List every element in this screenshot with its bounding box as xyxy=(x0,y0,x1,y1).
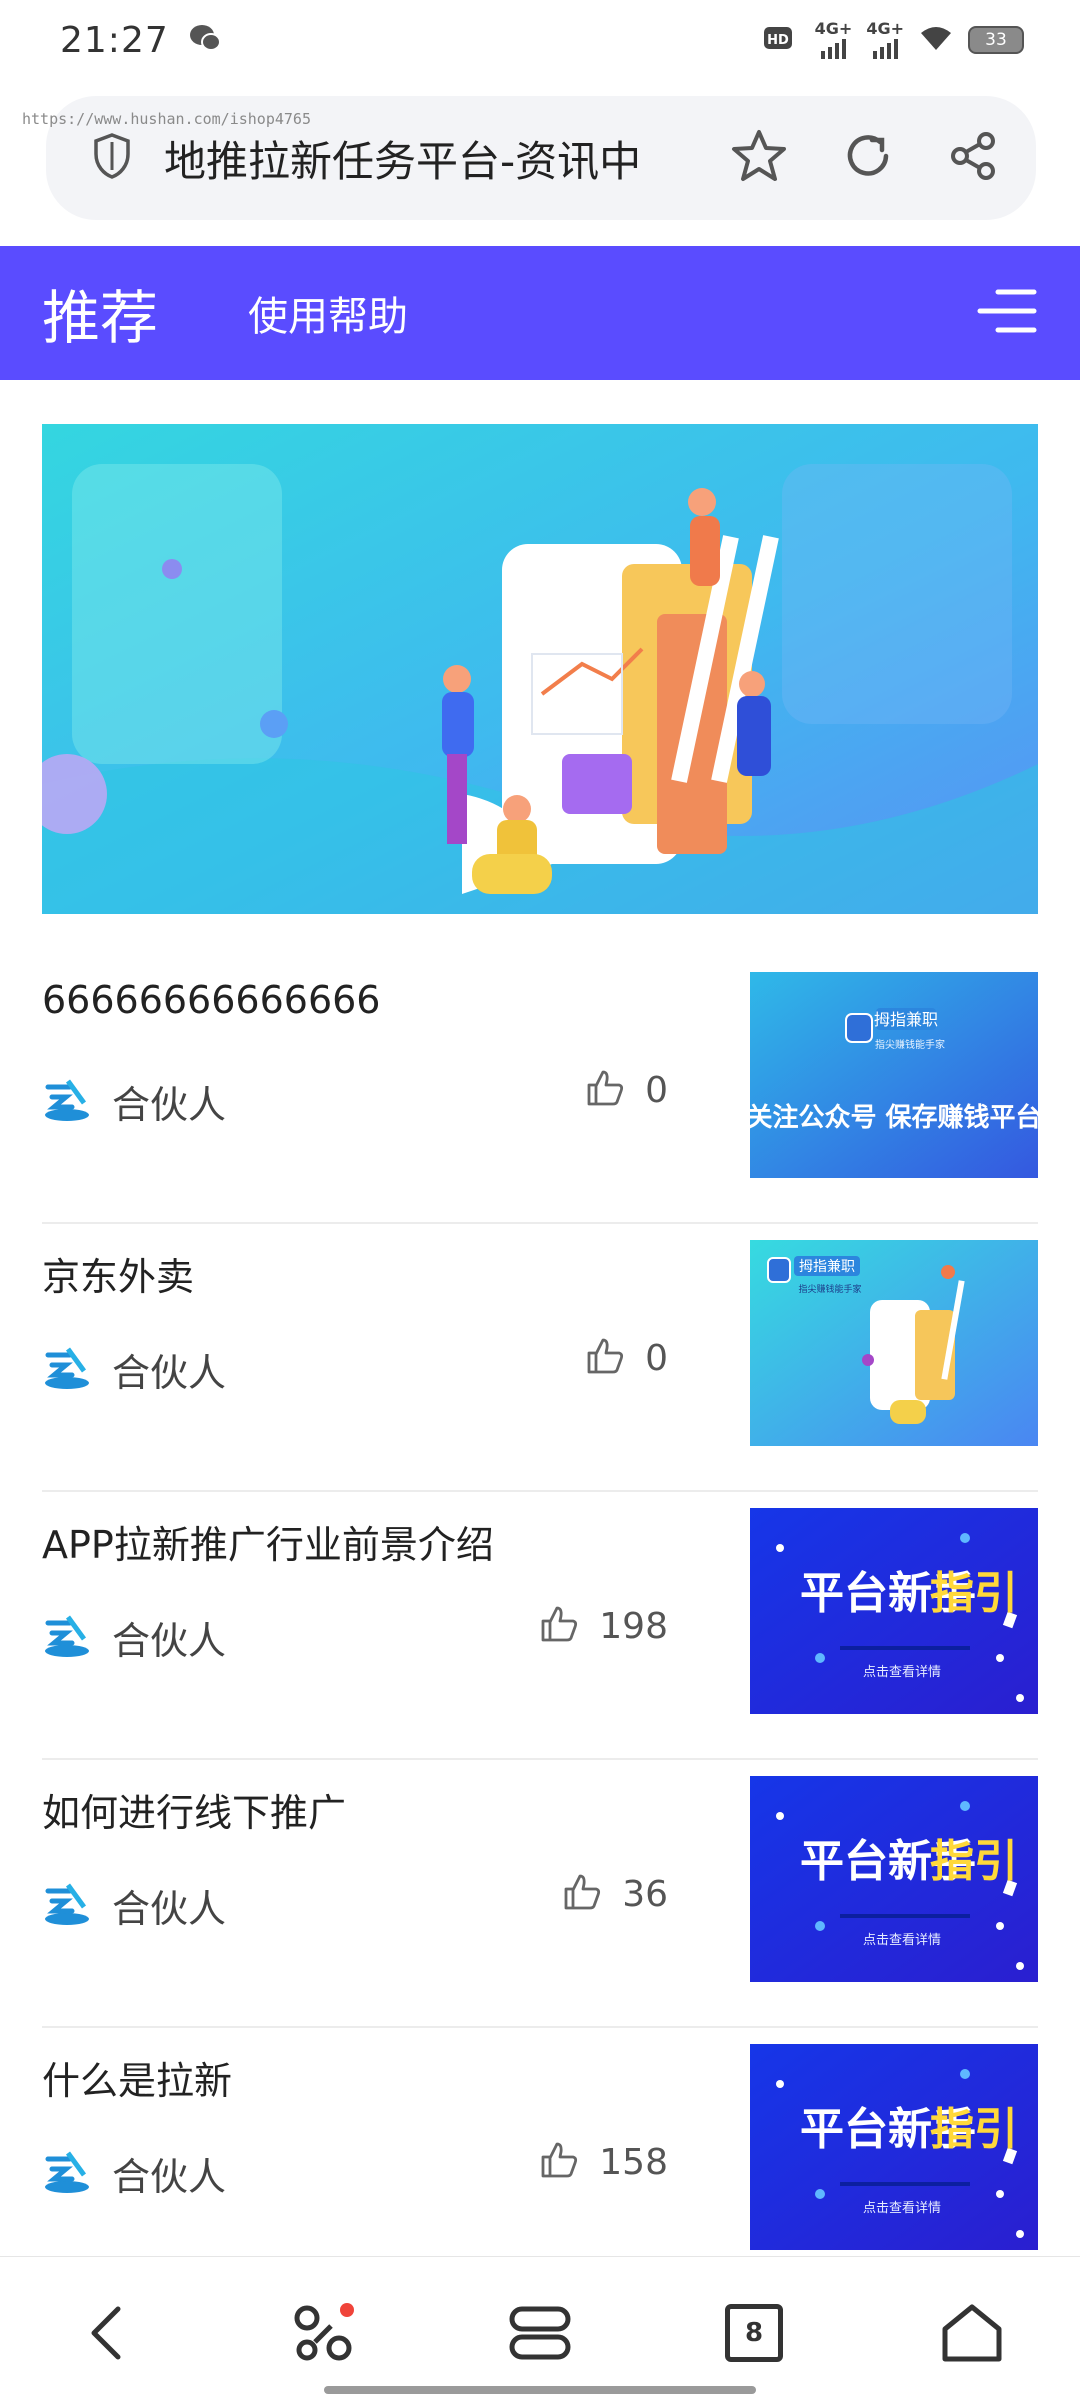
article-thumbnail[interactable]: 拇指兼职 指尖赚钱能手家 关注公众号 保存赚钱平台 xyxy=(750,972,1038,1178)
tab-recommend[interactable]: 推荐 xyxy=(42,271,158,355)
author-logo-icon xyxy=(42,2147,92,2201)
thumbs-up-icon[interactable] xyxy=(585,1068,625,1112)
share-icon[interactable] xyxy=(948,130,1000,186)
thumb-brand: 拇指兼职 xyxy=(799,1259,855,1275)
hero-banner[interactable] xyxy=(42,424,1038,914)
status-time: 21:27 xyxy=(60,19,169,61)
like-count: 158 xyxy=(599,2141,668,2183)
back-icon[interactable] xyxy=(66,2293,146,2373)
author-logo-icon xyxy=(42,1075,92,1129)
article-title[interactable]: 66666666666666 xyxy=(42,978,380,1022)
home-icon[interactable] xyxy=(932,2293,1012,2373)
article-thumbnail[interactable]: 平台新手 指引 点击查看详情 xyxy=(750,2044,1038,2250)
article-meta: 合伙人 xyxy=(42,2146,226,2201)
article-meta: 合伙人 xyxy=(42,1342,226,1397)
wechat-icon xyxy=(189,23,221,57)
status-bar: 21:27 HD 4G+ 4G+ 33 xyxy=(0,0,1080,80)
star-icon[interactable] xyxy=(730,128,788,188)
shield-icon[interactable] xyxy=(92,132,132,184)
like-button[interactable]: 198 xyxy=(539,1604,668,1648)
like-button[interactable]: 0 xyxy=(585,1336,668,1380)
like-count: 0 xyxy=(645,1337,668,1379)
thumbs-up-icon[interactable] xyxy=(562,1872,602,1916)
url-watermark: https://www.hushan.com/ishop4765 xyxy=(22,110,311,128)
article-author: 合伙人 xyxy=(112,1887,227,1931)
tab-count-icon[interactable]: 8 xyxy=(714,2293,794,2373)
thumb-tagline: 指尖赚钱能手家 xyxy=(875,1038,945,1051)
thumb-headline-highlight: 指引 xyxy=(930,1836,1018,1887)
article-title[interactable]: APP拉新推广行业前景介绍 xyxy=(42,1514,494,1569)
wifi-icon xyxy=(918,23,954,57)
article-thumbnail[interactable]: 拇指兼职 指尖赚钱能手家 xyxy=(750,1240,1038,1446)
author-logo-icon xyxy=(42,1879,92,1933)
article-title[interactable]: 京东外卖 xyxy=(42,1246,194,1301)
tabs-stack-icon[interactable] xyxy=(500,2293,580,2373)
thumbs-up-icon[interactable] xyxy=(585,1336,625,1380)
menu-icon[interactable] xyxy=(976,286,1038,340)
article-meta: 合伙人 xyxy=(42,1878,226,1933)
home-indicator[interactable] xyxy=(324,2386,756,2394)
like-count: 36 xyxy=(622,1873,668,1915)
thumb-headline: 关注公众号 保存赚钱平台 xyxy=(750,1102,1038,1133)
thumbs-up-icon[interactable] xyxy=(539,2140,579,2184)
thumb-subtext: 点击查看详情 xyxy=(863,1664,941,1680)
like-button[interactable]: 158 xyxy=(539,2140,668,2184)
svg-text:HD: HD xyxy=(767,33,789,48)
apps-icon[interactable] xyxy=(284,2293,364,2373)
page-title[interactable]: 地推拉新任务平台-资讯中 xyxy=(164,128,730,189)
hd-icon: HD xyxy=(763,23,801,57)
top-navigation: 推荐 使用帮助 xyxy=(0,246,1080,380)
thumb-headline-highlight: 指引 xyxy=(930,2104,1018,2155)
tab-count: 8 xyxy=(725,2304,783,2362)
article-thumbnail[interactable]: 平台新手 指引 点击查看详情 xyxy=(750,1776,1038,1982)
article-item[interactable]: APP拉新推广行业前景介绍 合伙人 198 平台新手 指引 点击查看详情 xyxy=(42,1492,1038,1760)
article-title[interactable]: 什么是拉新 xyxy=(42,2050,232,2105)
author-logo-icon xyxy=(42,1343,92,1397)
like-count: 198 xyxy=(599,1605,668,1647)
battery-indicator: 33 xyxy=(968,26,1024,54)
article-author: 合伙人 xyxy=(112,1351,227,1395)
thumb-tagline: 指尖赚钱能手家 xyxy=(798,1283,861,1295)
author-logo-icon xyxy=(42,1611,92,1665)
article-thumbnail[interactable]: 平台新手 指引 点击查看详情 xyxy=(750,1508,1038,1714)
article-author: 合伙人 xyxy=(112,2155,227,2199)
article-meta: 合伙人 xyxy=(42,1074,226,1129)
article-meta: 合伙人 xyxy=(42,1610,226,1665)
article-title[interactable]: 如何进行线下推广 xyxy=(42,1782,346,1837)
article-author: 合伙人 xyxy=(112,1083,227,1127)
browser-bottom-bar: 8 xyxy=(0,2256,1080,2400)
like-button[interactable]: 36 xyxy=(562,1872,668,1916)
like-button[interactable]: 0 xyxy=(585,1068,668,1112)
thumb-subtext: 点击查看详情 xyxy=(863,1932,941,1948)
thumb-subtext: 点击查看详情 xyxy=(863,2200,941,2216)
article-item[interactable]: 如何进行线下推广 合伙人 36 平台新手 指引 点击查看详情 xyxy=(42,1760,1038,2028)
article-item[interactable]: 京东外卖 合伙人 0 拇指兼职 指尖赚钱能手家 xyxy=(42,1224,1038,1492)
thumb-brand: 拇指兼职 xyxy=(874,1010,938,1029)
tab-help[interactable]: 使用帮助 xyxy=(248,284,408,342)
thumb-headline-highlight: 指引 xyxy=(930,1568,1018,1619)
network-2: 4G+ xyxy=(866,21,904,59)
article-item[interactable]: 66666666666666 合伙人 0 拇指兼职 指尖赚钱能手家 关注公众号 … xyxy=(42,956,1038,1224)
refresh-icon[interactable] xyxy=(842,130,894,186)
network-1: 4G+ xyxy=(815,21,852,59)
thumbs-up-icon[interactable] xyxy=(539,1604,579,1648)
article-list: 66666666666666 合伙人 0 拇指兼职 指尖赚钱能手家 关注公众号 … xyxy=(42,956,1038,2296)
like-count: 0 xyxy=(645,1069,668,1111)
hero-banner-illustration xyxy=(42,424,1038,914)
article-author: 合伙人 xyxy=(112,1619,227,1663)
